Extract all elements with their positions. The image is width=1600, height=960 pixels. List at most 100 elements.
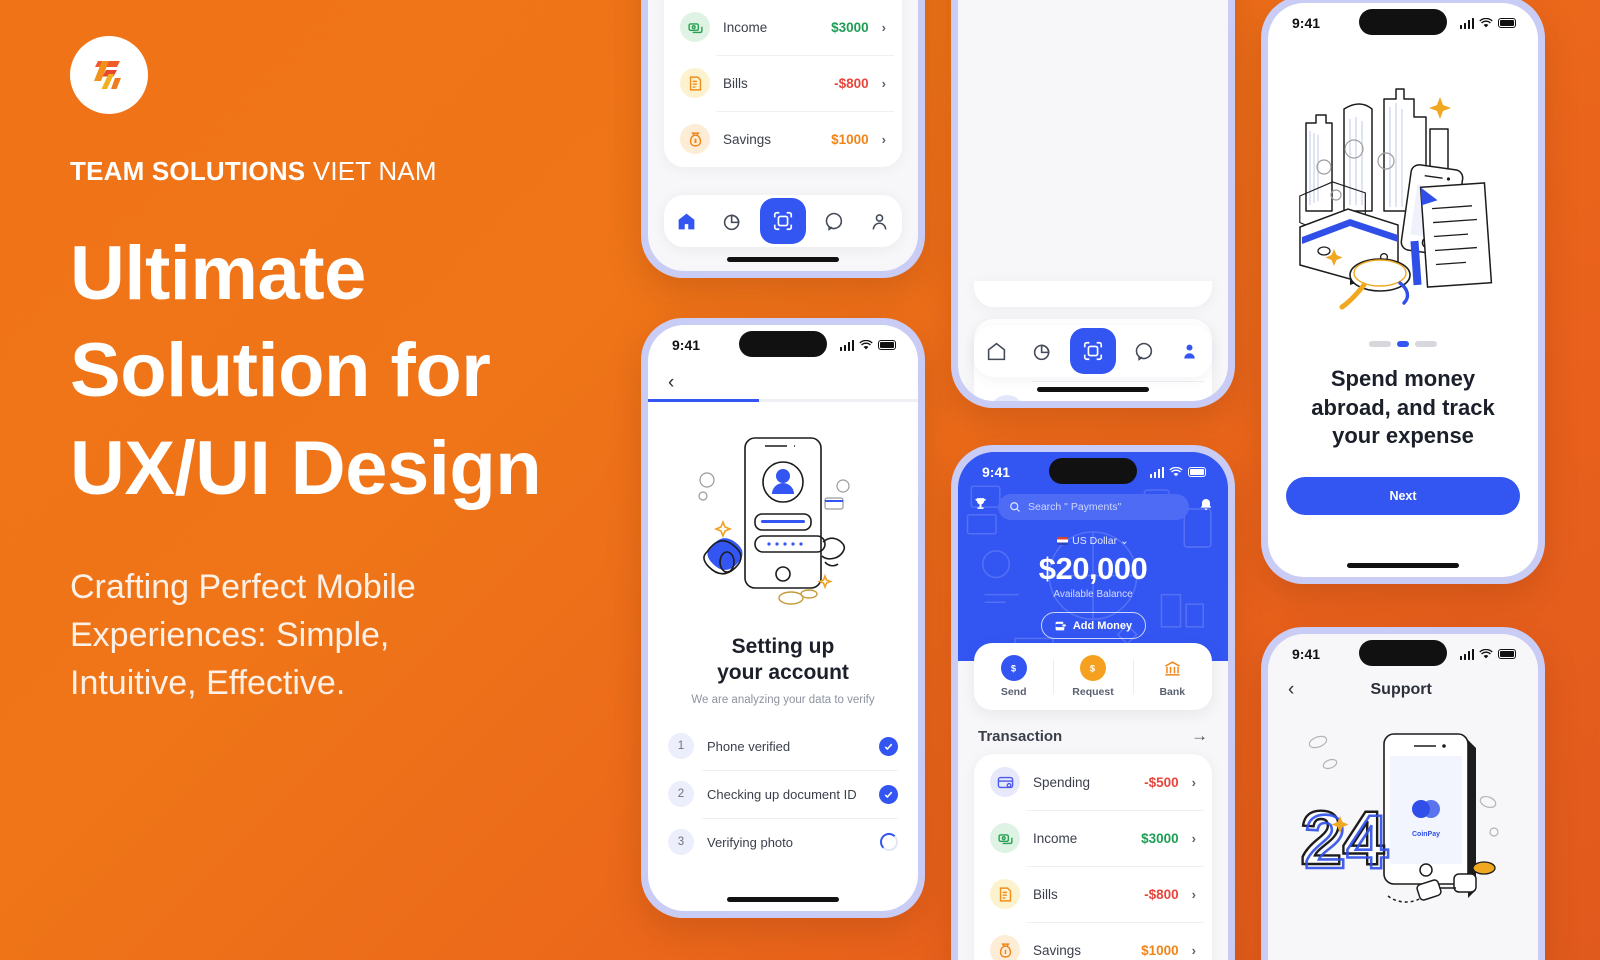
nav-profile-icon[interactable] [861,203,897,239]
money-bag-icon [990,935,1020,960]
list-item[interactable]: 3 Verifying photo [668,818,898,866]
setup-steps-list: 1 Phone verified 2 Checking up document … [668,722,898,866]
action-request[interactable]: $ Request [1053,655,1132,698]
onboarding-title-line-1: Spend money [1330,366,1476,391]
table-row[interactable]: Spending -$500 › [974,754,1212,810]
table-row[interactable]: Savings $1000 › [974,922,1212,960]
phone-mockup-support: 9:41 ‹ Support CoinPay 24 24 [1261,627,1545,960]
next-button[interactable]: Next [1286,477,1520,515]
nav-home-icon[interactable] [979,333,1015,369]
status-icons [839,339,896,351]
wifi-icon [1479,17,1493,27]
hero-panel: TEAM SOLUTIONS VIET NAM Ultimate Solutio… [70,36,630,708]
wallet-icon [1055,621,1066,631]
table-row[interactable]: Bills -$800 › [974,866,1212,922]
chevron-right-icon: › [1191,830,1196,846]
coinpay-24-support-illustration: CoinPay 24 24 [1268,707,1538,945]
signal-bars-icon [839,339,854,351]
nav-home-icon[interactable] [669,203,705,239]
nav-stats-icon[interactable] [1024,333,1060,369]
dot-1[interactable] [1369,341,1391,347]
step-label: Verifying photo [707,834,794,850]
status-time: 9:41 [1292,646,1321,662]
chevron-left-icon[interactable]: ‹ [668,373,674,392]
subhead-line-1: Crafting Perfect Mobile [70,567,416,606]
step-label: Phone verified [707,738,791,754]
battery-icon [1188,467,1206,477]
home-indicator [1037,387,1149,392]
onboarding-title-line-3: your expense [1332,423,1474,449]
brand-name: TEAM SOLUTIONS VIET NAM [70,156,630,187]
dot-3[interactable] [1415,341,1437,347]
onboarding-dots [1268,341,1538,347]
row-amount: -$800 [1144,886,1179,902]
status-time: 9:41 [1292,15,1321,31]
us-flag-icon [1057,537,1069,545]
section-title: Transaction [978,727,1063,745]
svg-text:24: 24 [1304,800,1389,885]
action-bank[interactable]: Bank [1132,655,1212,698]
battery-icon [1498,18,1516,28]
action-send[interactable]: $ Send [974,655,1053,698]
nav-scan-icon[interactable] [759,198,806,244]
signal-bars-icon [1149,466,1164,478]
wallet-header: 9:41 Search " Payments" US Dollar ⌄ $20,… [958,452,1228,661]
subhead-line-2: Experiences: Simple, [70,616,390,655]
trophy-icon[interactable] [972,496,989,518]
nav-chat-icon[interactable] [816,203,852,239]
svg-text:$: $ [1011,663,1017,673]
search-placeholder: Search " Payments" [1028,501,1122,513]
row-label: Spending [1033,774,1091,790]
action-label: Send [1000,686,1027,698]
table-row[interactable]: Income $3000 › [974,810,1212,866]
bell-icon[interactable] [1198,497,1214,518]
page-title: Setting up your account [648,634,918,685]
phone-mockup-wallet: 9:41 Search " Payments" US Dollar ⌄ $20,… [951,445,1235,960]
nav-stats-icon[interactable] [714,203,750,239]
list-item[interactable]: 2 Checking up document ID [668,770,898,818]
row-amount: $1000 [831,131,869,147]
setup-title-line-2: your account [717,660,849,684]
table-row[interactable]: Bills -$800 › [664,55,902,111]
dot-2-active[interactable] [1397,341,1409,347]
city-wallet-receipts-illustration [1268,43,1538,333]
row-label: Savings [723,131,772,147]
nav-profile-icon[interactable] [1171,333,1207,369]
screen-wallet: 9:41 Search " Payments" US Dollar ⌄ $20,… [958,452,1228,960]
partial-card-above [974,281,1212,307]
balance-caption: Available Balance [1053,589,1133,600]
page-title: Support [1370,680,1432,698]
search-input[interactable]: Search " Payments" [998,494,1189,520]
currency-selector[interactable]: US Dollar ⌄ [958,535,1228,547]
headline-line-1: Ultimate [70,231,366,316]
signal-bars-icon [1459,17,1474,29]
list-item[interactable]: 1 Phone verified [668,722,898,770]
signal-bars-icon [1459,648,1474,660]
table-row[interactable]: Savings $1000 › [664,111,902,167]
loading-spinner-icon [880,833,898,852]
home-indicator [727,897,839,902]
support-topbar: ‹ Support [1268,674,1538,701]
team-solutions-logo-icon [94,61,121,89]
chevron-right-icon: › [1191,774,1196,790]
svg-text:CoinPay: CoinPay [1412,831,1440,838]
transactions-card: Spending -$500 › Income $3000 › Bills -$… [974,754,1212,960]
add-money-button[interactable]: Add Money [1040,612,1146,639]
table-row[interactable]: Income $3000 › [664,0,902,55]
svg-text:$: $ [1090,663,1096,673]
currency-label: US Dollar [1072,535,1118,547]
home-indicator [1347,563,1459,568]
card-spending-icon [990,767,1020,797]
arrow-right-icon[interactable]: → [1191,726,1208,746]
setup-title-line-1: Setting up [731,635,835,658]
action-label: Request [1072,686,1114,698]
nav-scan-icon[interactable] [1069,328,1116,374]
step-number: 3 [668,829,694,856]
quick-actions: $ Send $ Request Bank [974,643,1212,710]
search-icon [1010,502,1020,512]
action-label: Bank [1159,686,1186,698]
row-label: Bills [1033,886,1058,902]
nav-chat-icon[interactable] [1126,333,1162,369]
brand-logo [70,36,148,114]
bank-icon [1159,655,1185,681]
